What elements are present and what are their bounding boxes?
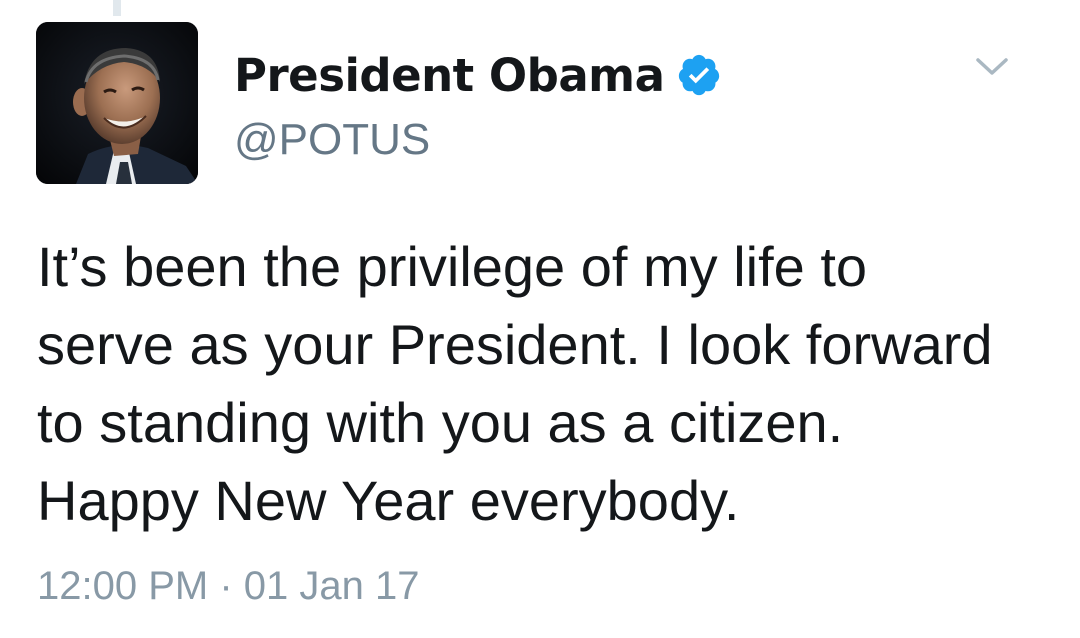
- chevron-down-icon[interactable]: [972, 50, 1012, 82]
- tweet-text-line: Happy New Year everybody.: [37, 469, 740, 532]
- avatar-portrait-image: [36, 22, 198, 184]
- tweet-text-line: It’s been the privilege of my life to: [37, 235, 868, 298]
- avatar[interactable]: [36, 22, 198, 184]
- tweet-time: 12:00 PM: [37, 564, 209, 608]
- tweet-text-line: serve as your President. I look forward: [37, 313, 993, 376]
- tweet-timestamp[interactable]: 12:00 PM · 01 Jan 17: [37, 562, 420, 610]
- tweet-date: 01 Jan 17: [243, 564, 420, 608]
- timestamp-separator: ·: [219, 564, 233, 608]
- tweet-text-line: to standing with you as a citizen.: [37, 391, 844, 454]
- user-handle[interactable]: @POTUS: [234, 118, 430, 162]
- verified-badge-icon: [676, 52, 722, 98]
- display-name-row[interactable]: President Obama: [234, 44, 722, 106]
- thread-connector-line: [113, 0, 121, 16]
- tweet-card[interactable]: President Obama @POTUS It’s been the pri…: [0, 0, 1080, 638]
- display-name[interactable]: President Obama: [234, 53, 665, 98]
- tweet-text: It’s been the privilege of my life to se…: [37, 228, 1057, 540]
